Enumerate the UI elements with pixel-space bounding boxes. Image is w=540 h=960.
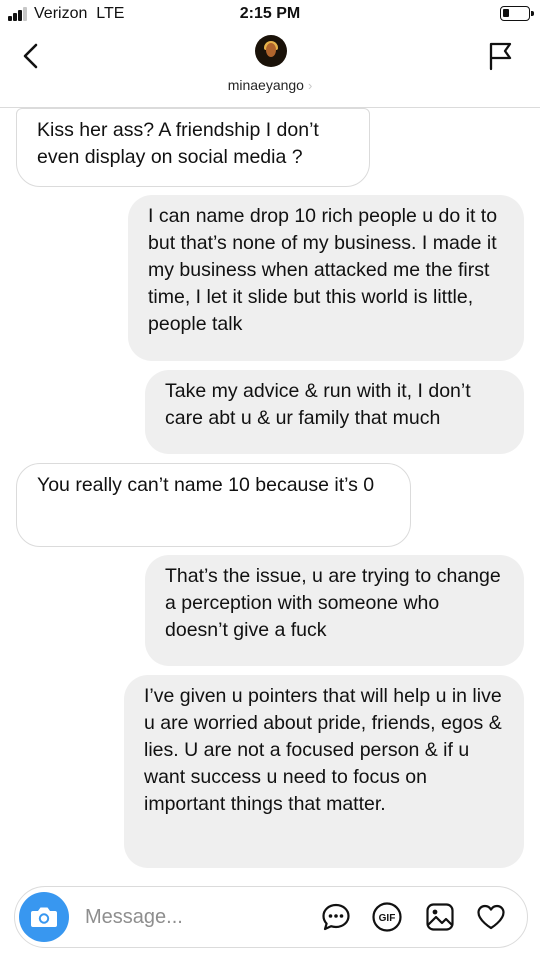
camera-icon [31,907,57,927]
gif-icon: GIF [372,902,402,932]
image-icon [426,903,454,931]
message-composer: GIF [14,886,528,948]
gif-button[interactable]: GIF [371,901,403,933]
thread-header: minaeyango › [0,30,540,108]
camera-button[interactable] [19,892,69,942]
heart-icon [477,904,505,930]
like-button[interactable] [475,901,507,933]
avatar[interactable] [255,35,287,67]
chevron-left-icon [23,43,38,69]
message-bubble-sent[interactable]: I’ve given u pointers that will help u i… [124,675,524,868]
username: minaeyango [227,77,304,93]
report-button[interactable] [482,38,518,74]
message-input[interactable] [85,902,285,932]
chevron-right-icon: › [307,78,313,93]
message-bubble-received[interactable]: Kiss her ass? A friendship I don’t even … [16,108,370,187]
profile-link[interactable]: minaeyango › [0,77,540,93]
status-time: 2:15 PM [239,5,301,22]
back-button[interactable] [14,38,50,74]
battery-icon [500,6,534,21]
message-bubble-sent[interactable]: I can name drop 10 rich people u do it t… [128,195,524,361]
message-bubble-received[interactable]: You really can’t name 10 because it’s 0 [16,463,411,547]
chat-dots-icon [322,903,350,931]
message-bubble-sent[interactable]: That’s the issue, u are trying to change… [145,555,524,666]
battery-level [503,9,509,17]
flag-icon [489,42,512,71]
message-bubble-sent[interactable]: Take my advice & run with it, I don’t ca… [145,370,524,454]
gif-label: GIF [379,913,396,924]
chat-options-button[interactable] [320,901,352,933]
status-bar: Verizon LTE 2:15 PM [0,0,540,30]
gallery-button[interactable] [424,901,456,933]
